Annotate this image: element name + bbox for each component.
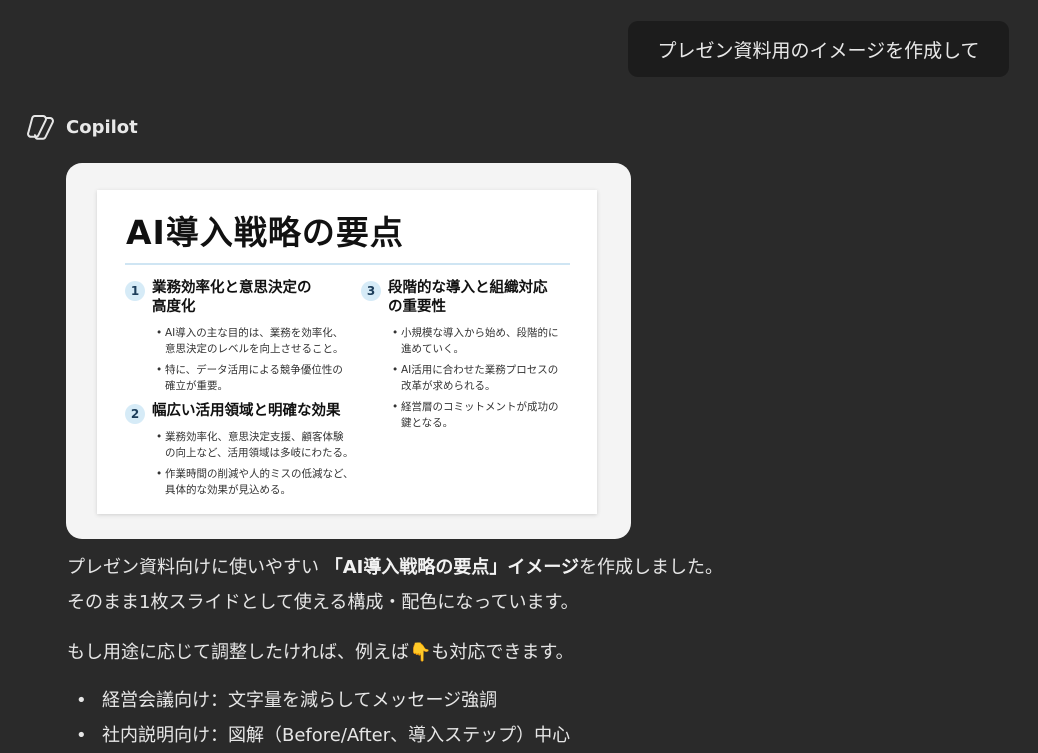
response-line-2: そのまま1枚スライドとして使える構成・配色になっています。 (67, 592, 579, 613)
assistant-header: Copilot (26, 113, 138, 141)
list-item: 社内説明向け：図解（Before/After、導入ステップ）中心 (76, 718, 570, 753)
generated-image-card[interactable]: AI導入戦略の要点 1 業務効率化と意思決定の 高度化 AI導入の主な目的は、業… (66, 163, 631, 539)
response-text: も対応できます。 (431, 642, 574, 663)
response-line-1: プレゼン資料向けに使いやすい 「AI導入戦略の要点」イメージを作成しました。 (67, 553, 723, 579)
section-bullet: AI活用に合わせた業務プロセスの 改革が求められる。 (392, 362, 559, 394)
slide-title: AI導入戦略の要点 (126, 213, 404, 252)
section-heading: 業務効率化と意思決定の 高度化 (152, 280, 312, 315)
assistant-name: Copilot (66, 116, 138, 138)
pointing-down-emoji-icon: 👇 (409, 642, 432, 663)
copilot-logo-icon (27, 115, 54, 140)
section-bullet: 特に、データ活用による競争優位性の 確立が重要。 (156, 362, 344, 394)
response-line-3: もし用途に応じて調整したければ、例えば👇も対応できます。 (67, 638, 574, 664)
section-number-badge: 1 (125, 281, 145, 301)
section-heading: 幅広い活用領域と明確な効果 (152, 403, 341, 419)
response-text: プレゼン資料向けに使いやすい (67, 557, 325, 578)
response-text: もし用途に応じて調整したければ、例えば (67, 642, 409, 663)
section-number-badge: 2 (125, 404, 145, 424)
response-bold-text: 「AI導入戦略の要点」イメージ (324, 557, 580, 578)
list-item: 経営会議向け：文字量を減らしてメッセージ強調 (76, 683, 570, 718)
response-text: を作成しました。 (579, 557, 724, 578)
section-bullet: 業務効率化、意思決定支援、顧客体験 の向上など、活用領域は多岐にわたる。 (156, 429, 353, 461)
section-bullet: AI導入の主な目的は、業務を効率化、 意思決定のレベルを向上させること。 (156, 325, 344, 357)
section-number-badge: 3 (361, 281, 381, 301)
section-heading: 段階的な導入と組織対応 の重要性 (388, 280, 548, 315)
slide-image: AI導入戦略の要点 1 業務効率化と意思決定の 高度化 AI導入の主な目的は、業… (97, 190, 597, 514)
section-bullet: 経営層のコミットメントが成功の 鍵となる。 (392, 399, 559, 431)
slide-divider (125, 263, 570, 265)
section-bullet: 小規模な導入から始め、段階的に 進めていく。 (392, 325, 559, 357)
suggestion-list: 経営会議向け：文字量を減らしてメッセージ強調 社内説明向け：図解（Before/… (76, 683, 570, 753)
user-message-text: プレゼン資料用のイメージを作成して (657, 39, 980, 62)
section-bullet: 作業時間の削減や人的ミスの低減など、 具体的な効果が見込める。 (156, 466, 353, 498)
user-message-bubble: プレゼン資料用のイメージを作成して (628, 21, 1009, 77)
